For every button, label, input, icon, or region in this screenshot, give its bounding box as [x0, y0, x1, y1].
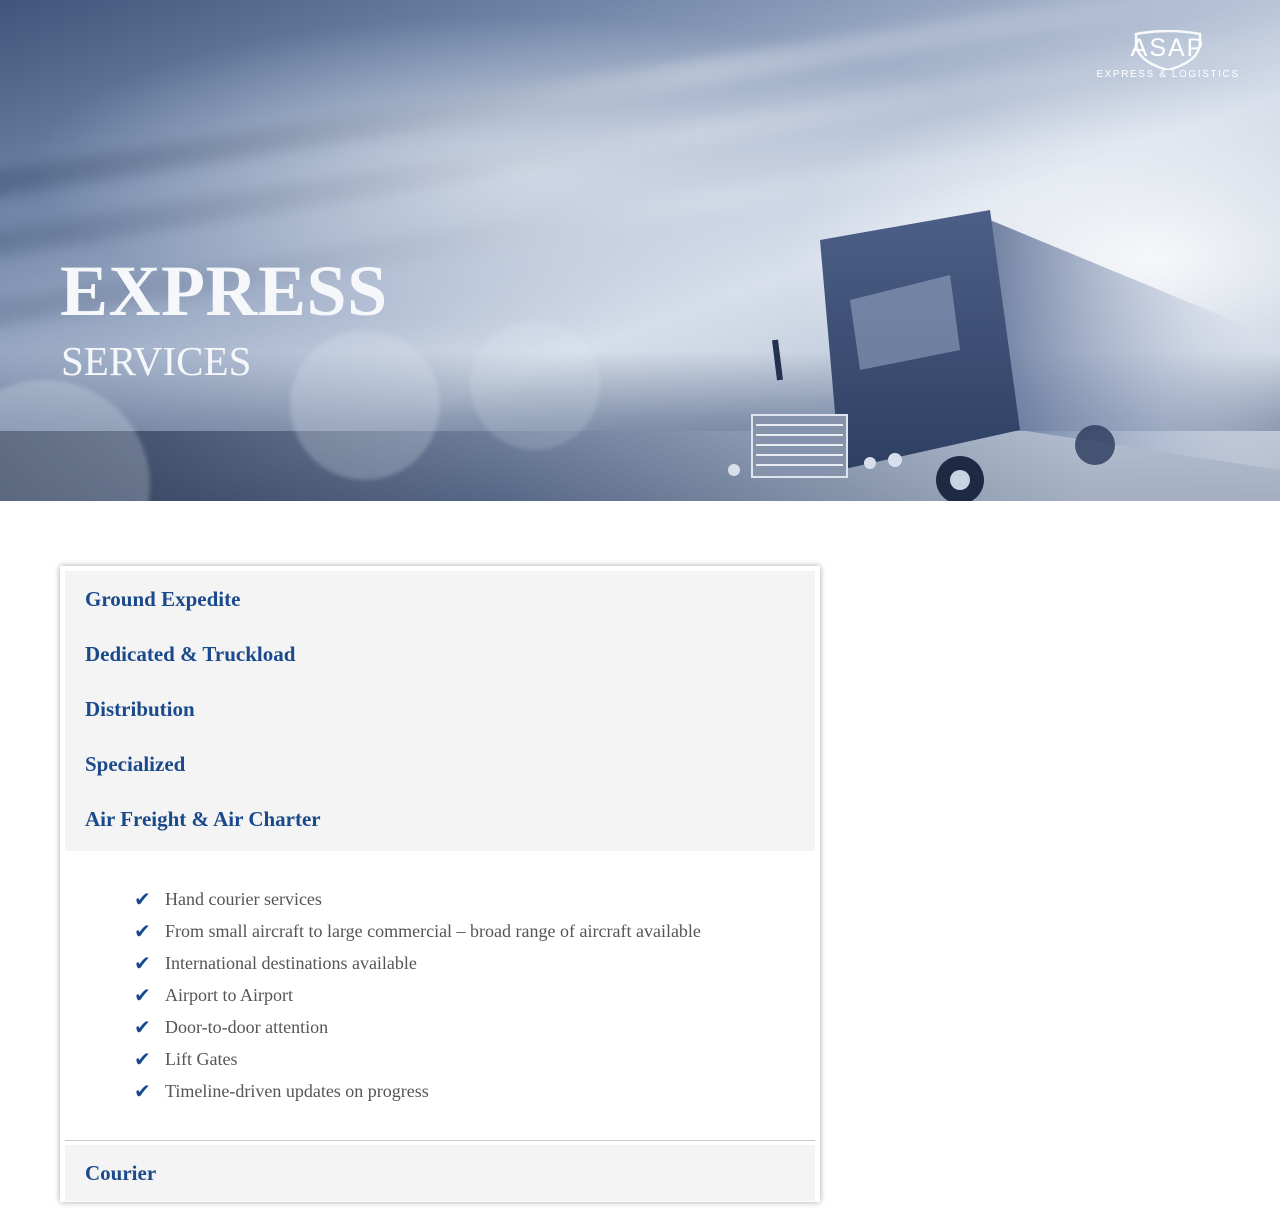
accordion-item-specialized[interactable]: Specialized	[65, 740, 815, 795]
hero-bokeh	[290, 330, 440, 480]
accordion-item-air-freight[interactable]: Air Freight & Air Charter	[65, 795, 815, 850]
feature-text: Door-to-door attention	[165, 1017, 329, 1037]
checkmark-icon: ✔	[134, 1047, 151, 1071]
logo-wordmark: ASAP	[1130, 34, 1206, 62]
checkmark-icon: ✔	[134, 919, 151, 943]
list-item: ✔ From small aircraft to large commercia…	[134, 919, 815, 951]
feature-text: Timeline-driven updates on progress	[165, 1081, 429, 1101]
checkmark-icon: ✔	[134, 951, 151, 975]
page-subtitle: SERVICES	[61, 338, 252, 384]
checkmark-icon: ✔	[134, 1015, 151, 1039]
feature-text: Lift Gates	[165, 1049, 238, 1069]
list-item: ✔ Airport to Airport	[134, 983, 815, 1015]
list-item: ✔ International destinations available	[134, 951, 815, 983]
feature-list: ✔ Hand courier services ✔ From small air…	[65, 887, 815, 1111]
feature-text: International destinations available	[165, 953, 417, 973]
list-item: ✔ Hand courier services	[134, 887, 815, 919]
feature-text: Hand courier services	[165, 889, 322, 909]
checkmark-icon: ✔	[134, 983, 151, 1007]
checkmark-icon: ✔	[134, 887, 151, 911]
list-item: ✔ Lift Gates	[134, 1047, 815, 1079]
feature-text: Airport to Airport	[165, 985, 293, 1005]
accordion-item-distribution[interactable]: Distribution	[65, 685, 815, 740]
page-title: EXPRESS	[60, 251, 388, 331]
logo-tagline: EXPRESS & LOGISTICS	[1096, 69, 1240, 80]
checkmark-icon: ✔	[134, 1079, 151, 1103]
accordion-header-courier-wrap: Courier	[65, 1145, 815, 1201]
accordion-item-dedicated-truckload[interactable]: Dedicated & Truckload	[65, 630, 815, 685]
hero-bokeh	[470, 320, 600, 450]
hero-banner: ASAP EXPRESS & LOGISTICS EXPRESS SERVICE…	[0, 0, 1280, 501]
feature-text: From small aircraft to large commercial …	[165, 921, 701, 941]
services-accordion: Ground Expedite Dedicated & Truckload Di…	[60, 566, 820, 1202]
accordion-header-group: Ground Expedite Dedicated & Truckload Di…	[65, 571, 815, 851]
truck-image	[728, 210, 1280, 501]
list-item: ✔ Door-to-door attention	[134, 1015, 815, 1047]
accordion-item-courier[interactable]: Courier	[65, 1145, 815, 1200]
accordion-item-ground-expedite[interactable]: Ground Expedite	[65, 575, 815, 630]
list-item: ✔ Timeline-driven updates on progress	[134, 1079, 815, 1111]
company-logo[interactable]: ASAP EXPRESS & LOGISTICS	[1092, 28, 1244, 84]
accordion-panel-air-freight: ✔ Hand courier services ✔ From small air…	[65, 851, 815, 1141]
